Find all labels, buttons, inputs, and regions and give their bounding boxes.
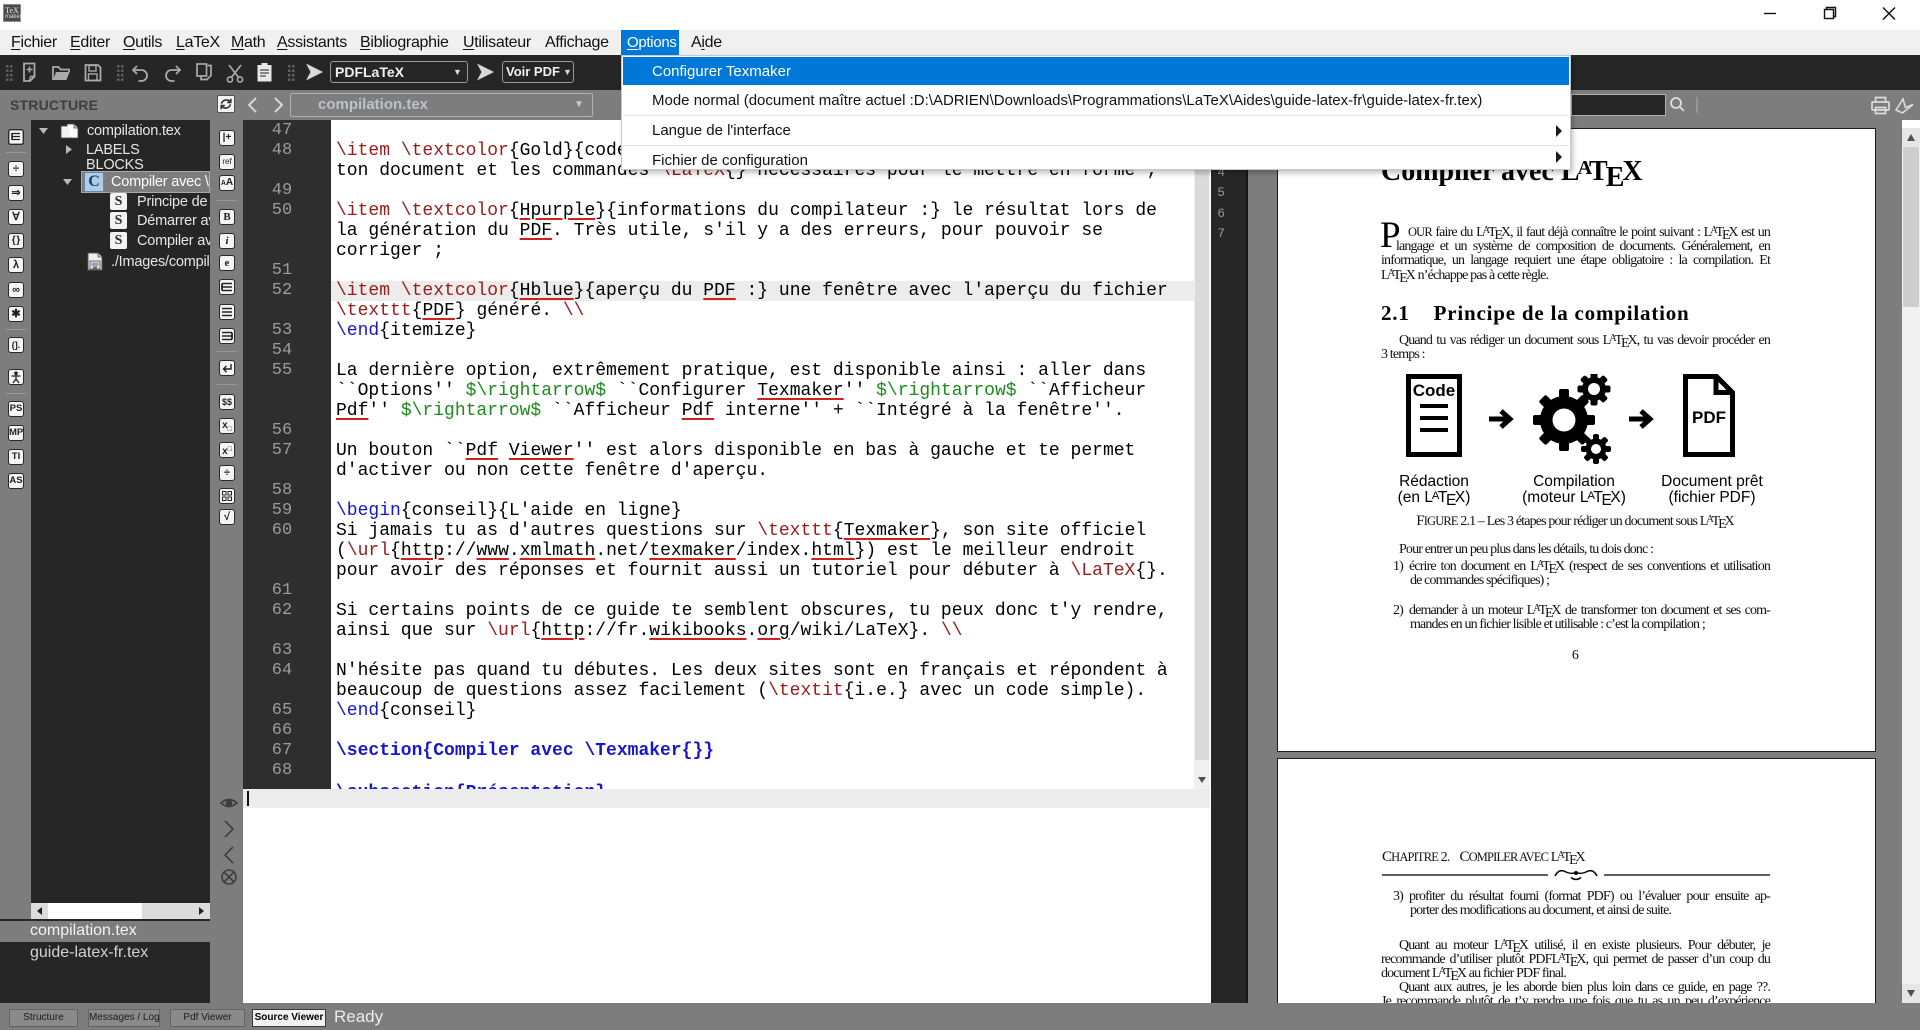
svg-text:Code: Code — [1413, 381, 1456, 400]
svg-text:PDF: PDF — [1692, 408, 1726, 427]
